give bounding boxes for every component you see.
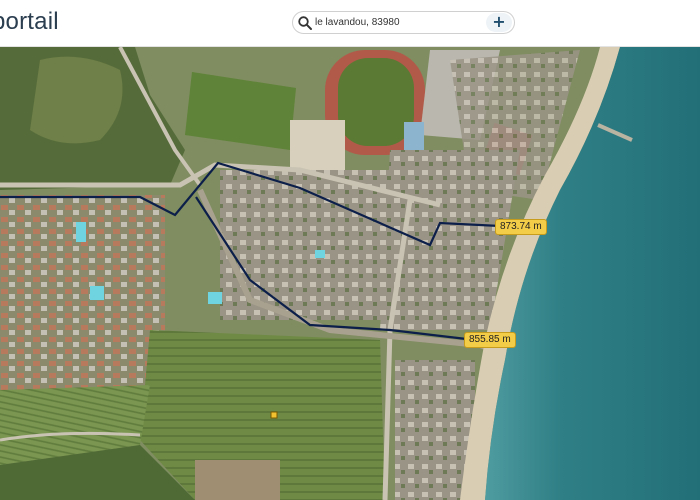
map-view[interactable]: 873.74 m 855.85 m — [0, 47, 700, 500]
stadium-pitch — [338, 58, 414, 146]
blue-roof — [404, 122, 424, 152]
add-button[interactable]: + — [486, 13, 512, 32]
search-bar[interactable]: + — [292, 11, 515, 34]
pool — [315, 250, 325, 258]
aerial-imagery[interactable] — [0, 47, 700, 500]
pool — [76, 222, 86, 242]
location-marker[interactable] — [270, 411, 278, 419]
pool — [208, 292, 222, 304]
app-logo-text[interactable]: portail — [0, 8, 59, 36]
search-input[interactable] — [315, 14, 475, 31]
pool — [90, 286, 104, 300]
bare-field — [195, 460, 280, 500]
measure-label-2[interactable]: 855.85 m — [464, 332, 516, 348]
search-icon[interactable] — [297, 15, 313, 31]
measure-label-1[interactable]: 873.74 m — [495, 219, 547, 235]
top-bar: portail + — [0, 0, 700, 47]
residential-center — [220, 170, 390, 320]
